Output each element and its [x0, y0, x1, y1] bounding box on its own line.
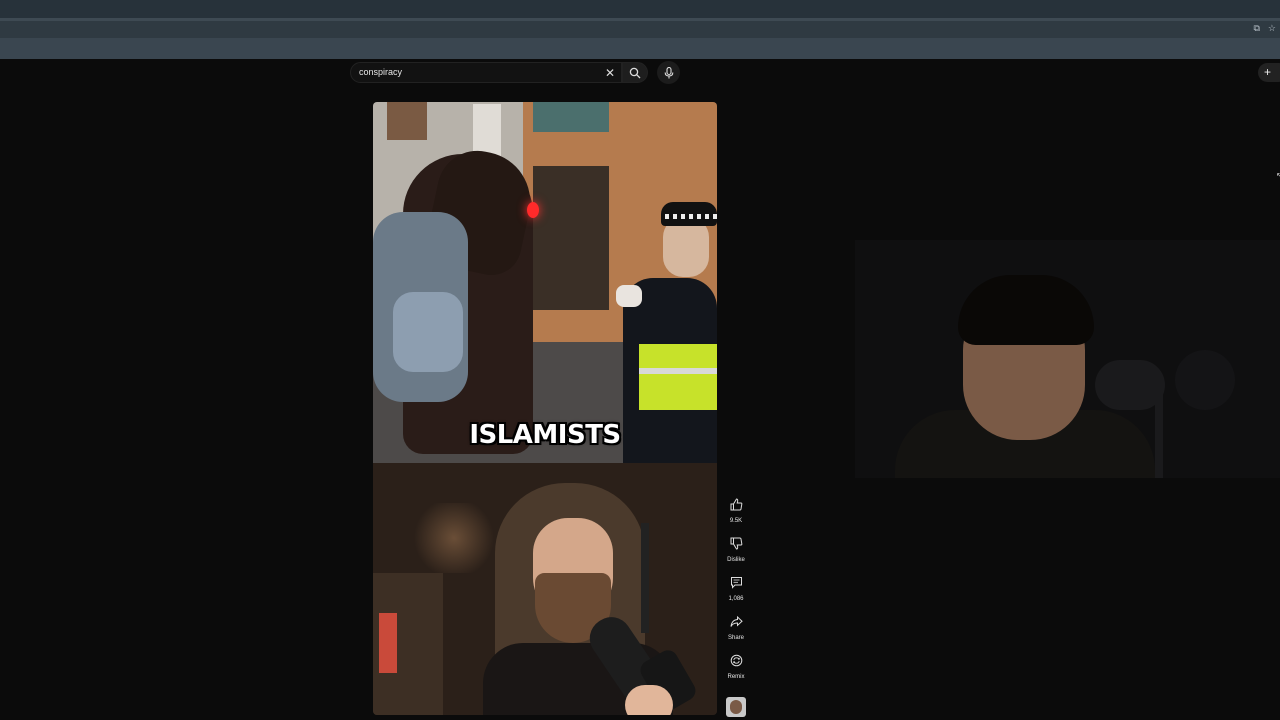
thumbs-down-icon: [730, 537, 742, 550]
video-caption: ISLAMISTS: [469, 420, 621, 450]
browser-bookmarks-bar: [0, 38, 1280, 59]
remix-label: Remix: [727, 674, 745, 680]
star-icon[interactable]: ☆: [1268, 23, 1276, 34]
dislike-label: Dislike: [727, 557, 745, 563]
share-button[interactable]: Share: [724, 611, 748, 642]
cursor-icon: ↖: [1276, 171, 1280, 180]
voice-search-button[interactable]: [657, 61, 680, 84]
plus-icon: +: [1264, 65, 1272, 79]
microphone-icon: [664, 66, 673, 78]
video-top-scene: ISLAMISTS: [373, 102, 717, 463]
close-icon[interactable]: ✕: [605, 66, 615, 80]
comment-count: 1,086: [728, 596, 744, 602]
create-button[interactable]: +: [1258, 63, 1280, 82]
browser-tab-strip: [0, 0, 1280, 20]
thumbs-up-icon: [730, 497, 742, 510]
install-icon[interactable]: ⧉: [1253, 23, 1259, 34]
share-label: Share: [727, 635, 744, 641]
search-input[interactable]: conspiracy: [359, 67, 402, 77]
like-button[interactable]: 9.5K: [724, 494, 748, 525]
webcam-overlay: [855, 240, 1280, 478]
shorts-video-player[interactable]: ISLAMISTS: [373, 102, 717, 715]
like-count: 9.5K: [729, 518, 743, 524]
share-icon: [730, 615, 743, 627]
browser-address-bar[interactable]: [0, 21, 1280, 38]
dislike-button[interactable]: Dislike: [724, 533, 748, 564]
search-box[interactable]: conspiracy ✕: [350, 62, 622, 83]
remix-button[interactable]: Remix: [724, 650, 748, 681]
comments-button[interactable]: 1,086: [724, 572, 748, 603]
video-bottom-scene: [373, 463, 717, 715]
comment-icon: [730, 576, 742, 589]
channel-avatar[interactable]: [726, 697, 746, 717]
search-icon: [629, 67, 641, 78]
remix-icon: [730, 654, 742, 666]
browser-toolbar-icons: ⧉ ☆: [1253, 23, 1276, 34]
search-button[interactable]: [622, 62, 648, 83]
